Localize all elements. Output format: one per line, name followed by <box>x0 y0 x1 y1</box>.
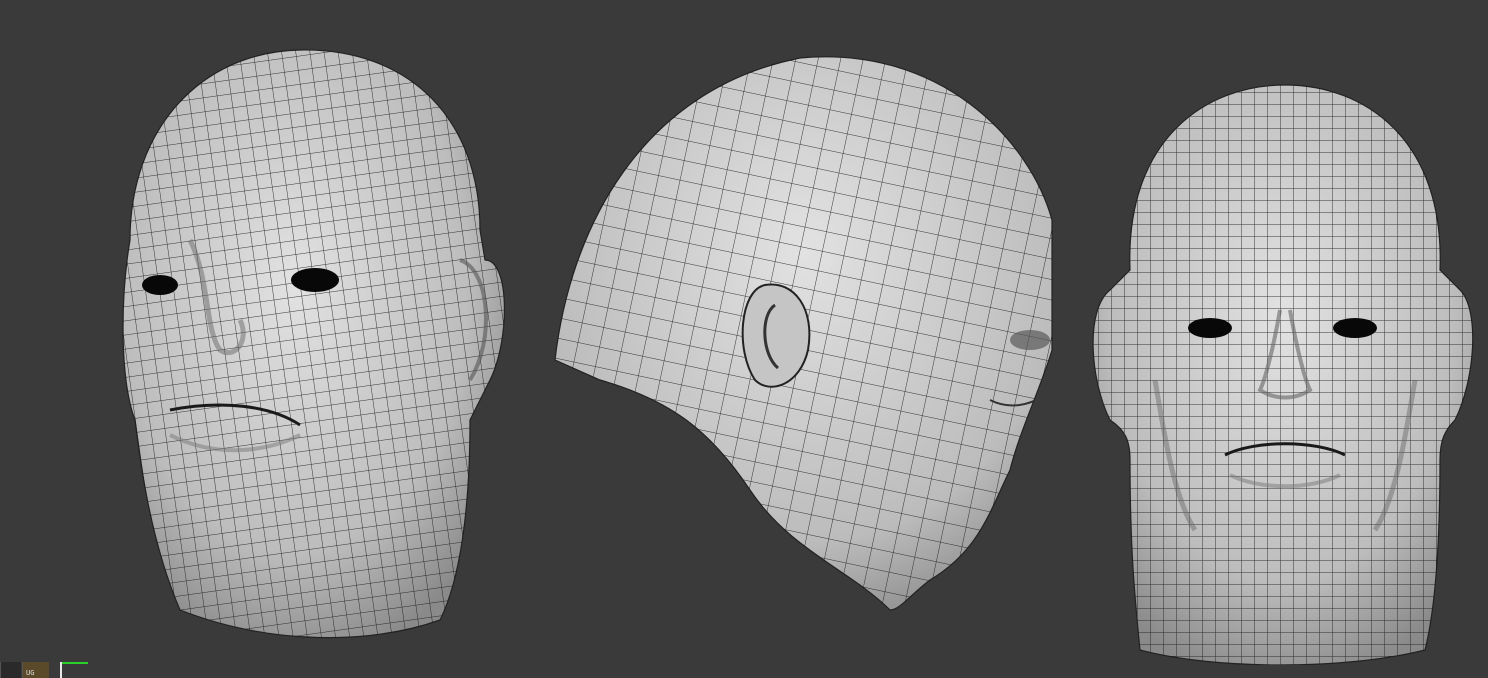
head-mesh-side[interactable] <box>550 50 1060 620</box>
head-mesh-three-quarter[interactable] <box>110 40 520 650</box>
thumbnail-slot[interactable] <box>0 662 21 678</box>
thumb-label: UG <box>26 669 35 677</box>
status-strip: UG <box>0 662 100 678</box>
head-mesh-front[interactable] <box>1085 80 1485 665</box>
brush-stroke-icon[interactable]: UG <box>22 662 49 678</box>
ear <box>741 283 811 388</box>
3d-viewport[interactable]: UG <box>0 0 1488 678</box>
active-tool-marker <box>60 662 62 678</box>
status-indicator <box>62 662 88 664</box>
